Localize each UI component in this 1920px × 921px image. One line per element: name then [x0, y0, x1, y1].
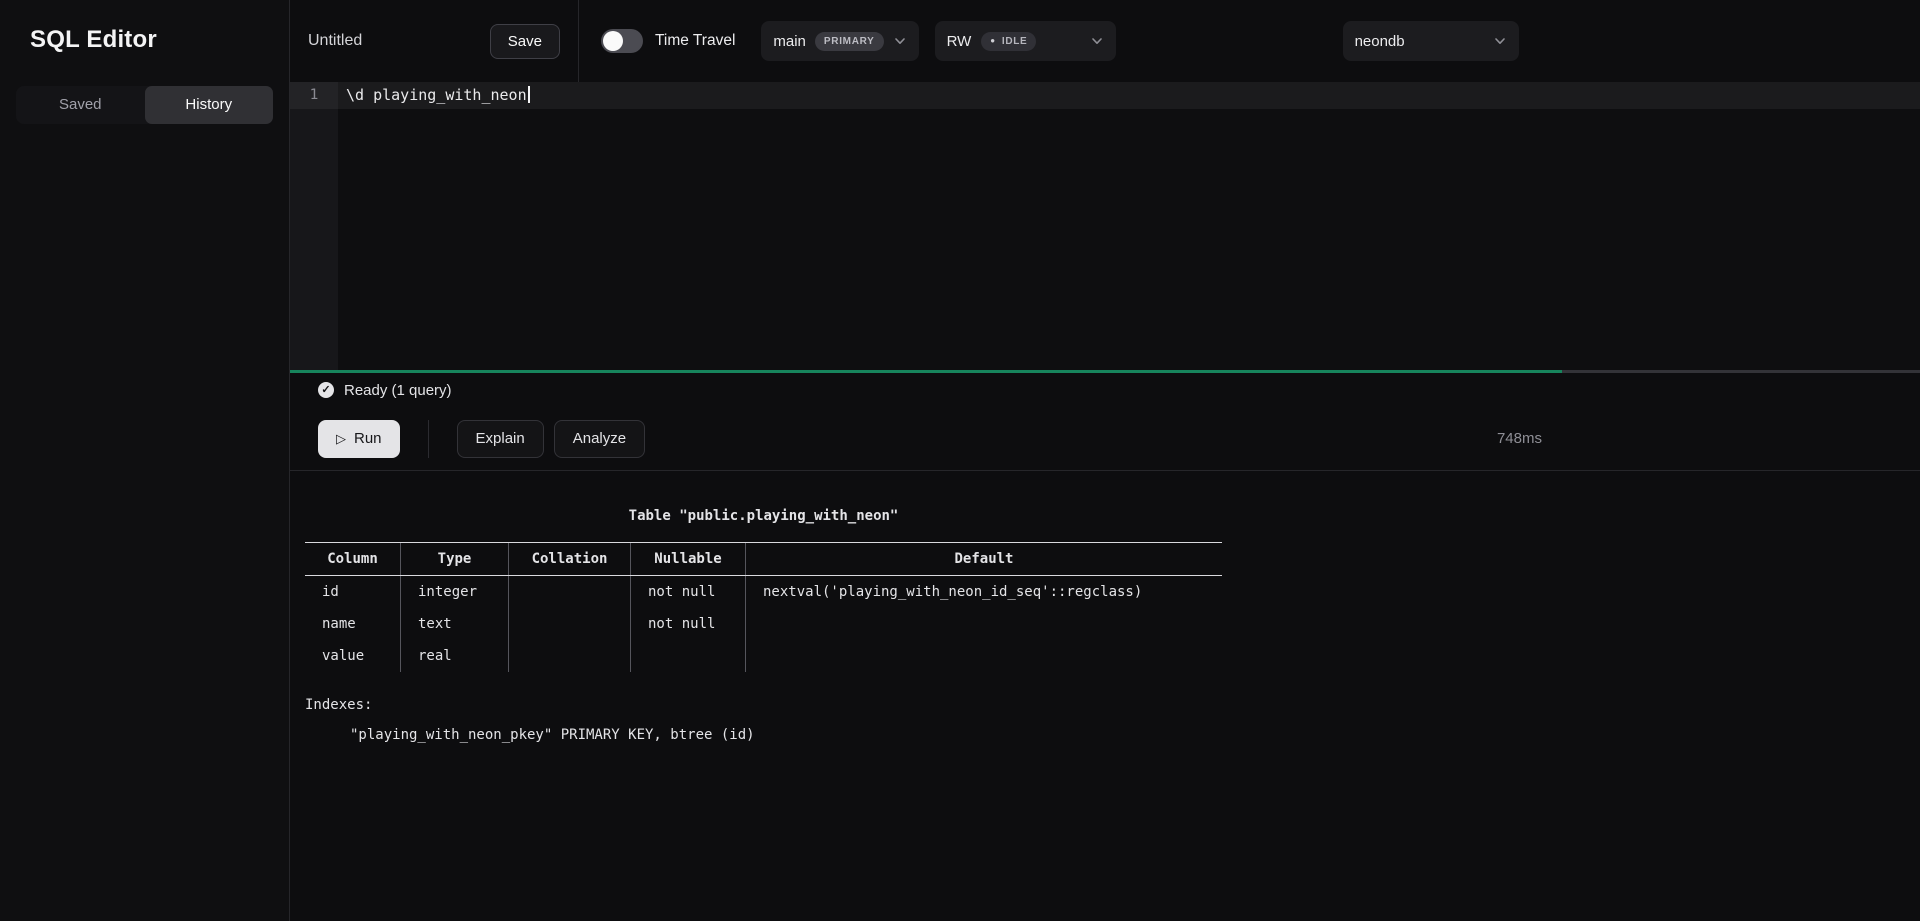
text-cursor [528, 86, 530, 103]
compute-status-text: IDLE [1002, 36, 1028, 47]
header-divider [578, 0, 579, 82]
table-header-cell: Type [400, 543, 508, 575]
table-cell [508, 608, 630, 640]
table-cell [630, 640, 745, 672]
query-results-panel: Table "public.playing_with_neon" ColumnT… [290, 472, 1920, 921]
main-panel: Untitled Save Time Travel main PRIMARY R… [290, 0, 1920, 921]
code-line[interactable]: \d playing_with_neon [346, 82, 530, 109]
table-cell: real [400, 640, 508, 672]
table-row: idinteger not nullnextval('playing_with_n… [305, 576, 1222, 608]
table-cell: value [305, 640, 400, 672]
tab-saved[interactable]: Saved [16, 86, 145, 124]
table-header-cell: Default [745, 543, 1222, 575]
compute-selector[interactable]: RW ● IDLE [935, 21, 1116, 61]
query-toolbar: ▷ Run Explain Analyze 748ms [290, 407, 1920, 471]
toolbar-divider [428, 420, 429, 458]
tab-history[interactable]: History [145, 86, 274, 124]
database-selector[interactable]: neondb [1343, 21, 1519, 61]
time-travel-toggle[interactable] [601, 29, 643, 53]
table-cell [508, 640, 630, 672]
status-dot-icon: ● [990, 37, 996, 45]
branch-name: main [773, 33, 806, 50]
query-duration: 748ms [1497, 430, 1542, 447]
time-travel-label: Time Travel [655, 32, 735, 50]
page-title: SQL Editor [0, 0, 289, 72]
sidebar: SQL Editor Saved History [0, 0, 290, 921]
results-content: Table "public.playing_with_neon" ColumnT… [305, 508, 1222, 750]
code-text: \d playing_with_neon [346, 86, 527, 104]
status-bar: ✓ Ready (1 query) [290, 373, 1920, 407]
table-cell [745, 608, 1222, 640]
table-cell: name [305, 608, 400, 640]
branch-selector[interactable]: main PRIMARY [761, 21, 918, 61]
compute-status-badge: ● IDLE [981, 32, 1036, 51]
sql-editor-app: SQL Editor Saved History Untitled Save T… [0, 0, 1920, 921]
table-row: nametext not null [305, 608, 1222, 640]
index-definition: "playing_with_neon_pkey" PRIMARY KEY, bt… [305, 720, 1222, 750]
result-table: ColumnTypeCollationNullableDefault idint… [305, 542, 1222, 672]
chevron-down-icon [1493, 34, 1507, 48]
explain-button[interactable]: Explain [457, 420, 544, 458]
table-cell: not null [630, 608, 745, 640]
table-cell: integer [400, 576, 508, 608]
table-row: valuereal [305, 640, 1222, 672]
table-cell: id [305, 576, 400, 608]
indexes-list: "playing_with_neon_pkey" PRIMARY KEY, bt… [305, 720, 1222, 750]
chevron-down-icon [1090, 34, 1104, 48]
save-button[interactable]: Save [490, 24, 560, 59]
play-icon: ▷ [336, 432, 346, 445]
table-cell: text [400, 608, 508, 640]
table-header-cell: Nullable [630, 543, 745, 575]
table-cell [508, 576, 630, 608]
branch-primary-badge: PRIMARY [815, 32, 884, 51]
table-header-row: ColumnTypeCollationNullableDefault [305, 542, 1222, 576]
toggle-knob [603, 31, 623, 51]
query-title: Untitled [308, 32, 362, 50]
table-body: idinteger not nullnextval('playing_with_n… [305, 576, 1222, 672]
chevron-down-icon [893, 34, 907, 48]
table-header-cell: Collation [508, 543, 630, 575]
sql-code-editor[interactable]: 1 \d playing_with_neon [290, 82, 1920, 370]
query-title-group: Untitled Save [290, 0, 578, 82]
run-button-label: Run [354, 430, 382, 447]
run-button[interactable]: ▷ Run [318, 420, 400, 458]
table-cell [745, 640, 1222, 672]
check-circle-icon: ✓ [318, 382, 334, 398]
analyze-button[interactable]: Analyze [554, 420, 645, 458]
table-header-cell: Column [305, 543, 400, 575]
table-cell: nextval('playing_with_neon_id_seq'::regc… [745, 576, 1222, 608]
compute-name: RW [947, 33, 972, 50]
active-line-highlight [290, 82, 1920, 109]
top-bar: Untitled Save Time Travel main PRIMARY R… [290, 0, 1920, 82]
ready-status-text: Ready (1 query) [344, 382, 452, 399]
saved-history-segmented-control: Saved History [16, 86, 273, 124]
table-cell: not null [630, 576, 745, 608]
indexes-label: Indexes: [305, 690, 1222, 720]
line-number: 1 [290, 82, 338, 109]
line-number-gutter [290, 82, 338, 370]
database-name: neondb [1355, 33, 1405, 50]
result-table-title: Table "public.playing_with_neon" [305, 508, 1222, 524]
